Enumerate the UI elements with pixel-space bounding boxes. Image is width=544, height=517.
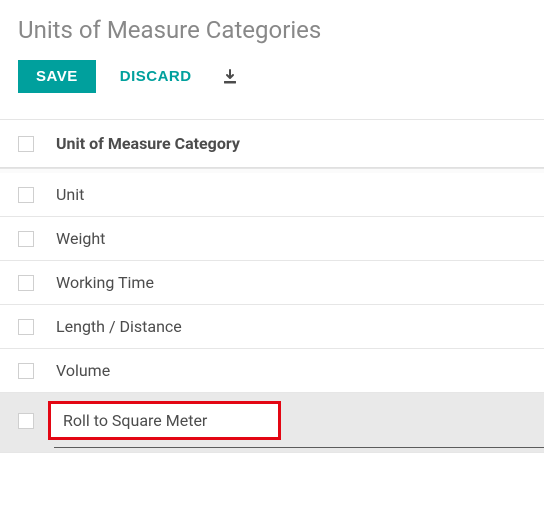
- toolbar: SAVE DISCARD: [18, 60, 526, 93]
- row-label: Length / Distance: [56, 317, 182, 336]
- row-checkbox[interactable]: [18, 275, 34, 291]
- download-icon: [222, 69, 238, 85]
- column-header-name: Unit of Measure Category: [56, 134, 240, 153]
- row-checkbox[interactable]: [18, 363, 34, 379]
- row-checkbox[interactable]: [18, 231, 34, 247]
- table-header: Unit of Measure Category: [0, 120, 544, 168]
- row-label: Volume: [56, 361, 110, 380]
- row-label: Weight: [56, 229, 105, 248]
- row-checkbox[interactable]: [18, 187, 34, 203]
- export-button[interactable]: [216, 63, 244, 91]
- row-label: Working Time: [56, 273, 154, 292]
- category-name-input[interactable]: [61, 410, 268, 431]
- discard-button[interactable]: DISCARD: [116, 60, 196, 93]
- row-checkbox[interactable]: [18, 319, 34, 335]
- table-row[interactable]: Weight: [0, 217, 544, 261]
- table-row-editing[interactable]: [0, 393, 544, 453]
- category-name-input-wrap: [48, 401, 281, 440]
- category-table: Unit of Measure Category Unit Weight Wor…: [0, 120, 544, 453]
- save-button[interactable]: SAVE: [18, 60, 96, 93]
- page-title: Units of Measure Categories: [18, 16, 526, 44]
- row-underline: [54, 447, 544, 448]
- table-row[interactable]: Working Time: [0, 261, 544, 305]
- table-row[interactable]: Unit: [0, 173, 544, 217]
- header: Units of Measure Categories SAVE DISCARD: [0, 0, 544, 105]
- table-row[interactable]: Length / Distance: [0, 305, 544, 349]
- table-row[interactable]: Volume: [0, 349, 544, 393]
- table-body: Unit Weight Working Time Length / Distan…: [0, 168, 544, 453]
- select-all-checkbox[interactable]: [18, 136, 34, 152]
- row-checkbox[interactable]: [18, 413, 34, 429]
- row-label: Unit: [56, 185, 84, 204]
